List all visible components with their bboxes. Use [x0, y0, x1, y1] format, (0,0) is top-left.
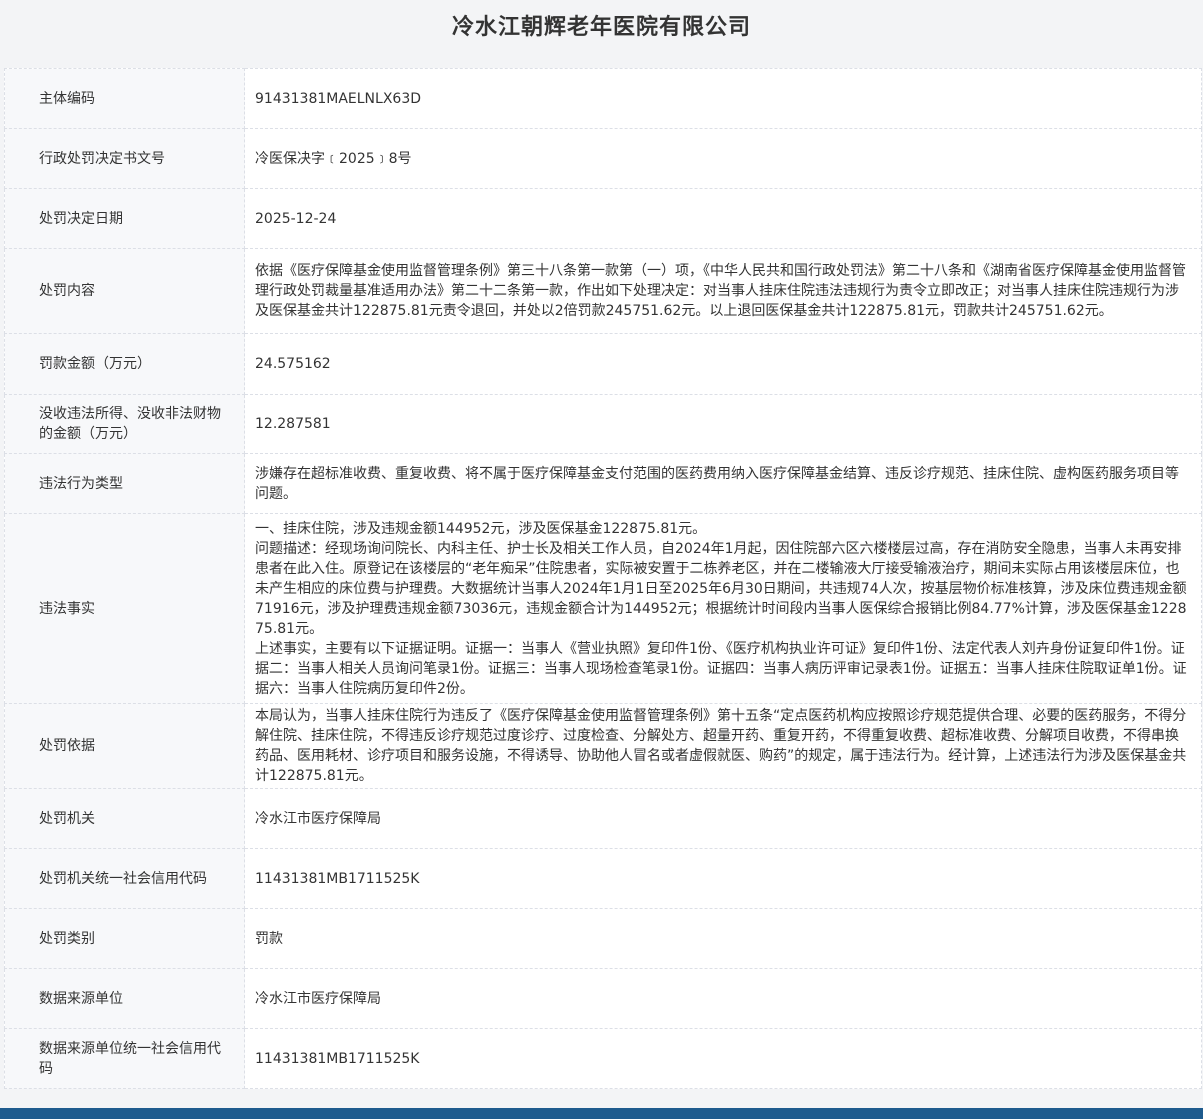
field-label: 处罚机关 — [4, 788, 245, 849]
field-value: 11431381MB1711525K — [244, 1028, 1202, 1089]
field-value-text: 一、挂床住院，涉及违规金额144952元，涉及医保基金122875.81元。 — [255, 520, 707, 537]
field-label: 违法行为类型 — [4, 453, 245, 514]
field-value-text: 问题描述：经现场询问院长、内科主任、护士长及相关工作人员，自2024年1月起，因… — [255, 540, 1187, 637]
field-label: 罚款金额（万元） — [4, 333, 245, 395]
table-row: 违法行为类型 涉嫌存在超标准收费、重复收费、将不属于医疗保障基金支付范围的医药费用… — [4, 453, 1202, 514]
field-label: 处罚依据 — [4, 703, 245, 789]
field-label: 违法事实 — [4, 513, 245, 704]
field-value: 冷水江市医疗保障局 — [244, 788, 1202, 849]
table-row: 处罚决定日期 2025-12-24 — [4, 188, 1202, 249]
field-value: 11431381MB1711525K — [244, 848, 1202, 909]
field-value-text: 冷水江市医疗保障局 — [255, 990, 381, 1007]
page-title: 冷水江朝辉老年医院有限公司 — [451, 15, 751, 40]
field-label: 处罚机关统一社会信用代码 — [4, 848, 245, 909]
field-value: 本局认为，当事人挂床住院行为违反了《医疗保障基金使用监督管理条例》第十五条“定点… — [244, 703, 1202, 789]
field-label: 处罚决定日期 — [4, 188, 245, 249]
field-value-text: 24.575162 — [255, 356, 331, 372]
table-row: 处罚机关 冷水江市医疗保障局 — [4, 788, 1202, 849]
table-row: 数据来源单位 冷水江市医疗保障局 — [4, 968, 1202, 1029]
field-value-text: 罚款 — [255, 930, 283, 947]
field-value: 91431381MAELNLX63D — [244, 68, 1202, 129]
footer-bar — [0, 1108, 1203, 1119]
table-row: 处罚依据 本局认为，当事人挂床住院行为违反了《医疗保障基金使用监督管理条例》第十五… — [4, 703, 1202, 789]
field-value: 冷医保决字﹝2025﹞8号 — [244, 128, 1202, 189]
field-value: 24.575162 — [244, 333, 1202, 395]
field-value: 12.287581 — [244, 394, 1202, 454]
field-value: 依据《医疗保障基金使用监督管理条例》第三十八条第一款第（一）项，《中华人民共和国… — [244, 248, 1202, 334]
field-value-text: 12.287581 — [255, 416, 331, 432]
field-label: 主体编码 — [4, 68, 245, 129]
table-row: 违法事实 一、挂床住院，涉及违规金额144952元，涉及医保基金122875.81… — [4, 513, 1202, 704]
field-value: 涉嫌存在超标准收费、重复收费、将不属于医疗保障基金支付范围的医药费用纳入医疗保障… — [244, 453, 1202, 514]
field-value: 冷水江市医疗保障局 — [244, 968, 1202, 1029]
field-label: 数据来源单位统一社会信用代码 — [4, 1028, 245, 1089]
field-value: 2025-12-24 — [244, 188, 1202, 249]
field-label: 处罚内容 — [4, 248, 245, 334]
field-value-text: 冷医保决字﹝2025﹞8号 — [255, 150, 412, 167]
field-value-text: 本局认为，当事人挂床住院行为违反了《医疗保障基金使用监督管理条例》第十五条“定点… — [255, 708, 1187, 784]
field-label: 行政处罚决定书文号 — [4, 128, 245, 189]
table-row: 处罚机关统一社会信用代码 11431381MB1711525K — [4, 848, 1202, 909]
field-value-text: 冷水江市医疗保障局 — [255, 810, 381, 827]
field-value-text: 2025-12-24 — [255, 210, 337, 227]
field-value-text: 11431381MB1711525K — [255, 1050, 420, 1067]
field-value: 罚款 — [244, 908, 1202, 969]
field-label: 没收违法所得、没收非法财物的金额（万元） — [4, 394, 245, 454]
field-value-text: 涉嫌存在超标准收费、重复收费、将不属于医疗保障基金支付范围的医药费用纳入医疗保障… — [255, 465, 1179, 502]
penalty-info-table: 主体编码 91431381MAELNLX63D 行政处罚决定书文号 冷医保决字﹝202… — [4, 68, 1202, 1089]
field-value-text: 依据《医疗保障基金使用监督管理条例》第三十八条第一款第（一）项，《中华人民共和国… — [255, 263, 1186, 319]
table-row: 罚款金额（万元） 24.575162 — [4, 333, 1202, 395]
field-label: 处罚类别 — [4, 908, 245, 969]
table-row: 没收违法所得、没收非法财物的金额（万元） 12.287581 — [4, 394, 1202, 454]
table-row: 处罚类别 罚款 — [4, 908, 1202, 969]
field-value: 一、挂床住院，涉及违规金额144952元，涉及医保基金122875.81元。问题… — [244, 513, 1202, 704]
table-row: 主体编码 91431381MAELNLX63D — [4, 68, 1202, 129]
table-row: 行政处罚决定书文号 冷医保决字﹝2025﹞8号 — [4, 128, 1202, 189]
field-value-text: 91431381MAELNLX63D — [255, 90, 422, 107]
table-row: 数据来源单位统一社会信用代码 11431381MB1711525K — [4, 1028, 1202, 1089]
table-row: 处罚内容 依据《医疗保障基金使用监督管理条例》第三十八条第一款第（一）项，《中华人… — [4, 248, 1202, 334]
field-label: 数据来源单位 — [4, 968, 245, 1029]
field-value-text: 11431381MB1711525K — [255, 870, 420, 887]
field-value-text: 上述事实，主要有以下证据证明。证据一：当事人《营业执照》复印件1份、《医疗机构执… — [255, 640, 1187, 697]
